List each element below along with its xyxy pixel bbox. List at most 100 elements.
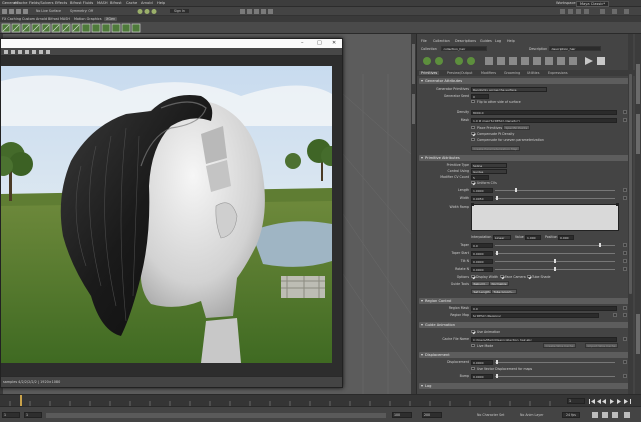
section-guide-animation[interactable]: Guide Animation bbox=[419, 322, 629, 328]
shelf-tab-xgen[interactable]: XGen bbox=[104, 16, 118, 21]
create-wire-cache-button[interactable]: Create Wire Cache bbox=[543, 343, 576, 349]
shelf-tab-custom[interactable]: Custom bbox=[22, 17, 35, 21]
xgen-menu-guides[interactable]: Guides bbox=[480, 39, 492, 43]
menu-cache[interactable]: Cache bbox=[126, 1, 137, 5]
region-map-paint-icon[interactable] bbox=[613, 312, 617, 318]
ramp-interpolation-dropdown[interactable]: Linear bbox=[493, 234, 511, 240]
region-map-folder-icon[interactable] bbox=[623, 312, 627, 318]
playback-controls[interactable] bbox=[588, 398, 638, 405]
rebuild-button[interactable]: Rebuild... bbox=[471, 281, 491, 287]
generator-seed-field[interactable]: 0 bbox=[471, 93, 489, 99]
range-bar-icons[interactable] bbox=[590, 411, 638, 419]
bump-slider[interactable] bbox=[495, 375, 615, 377]
maximize-icon[interactable]: □ bbox=[317, 40, 322, 46]
control-using-dropdown[interactable]: Guides bbox=[471, 168, 507, 174]
ramp-value-field[interactable]: 1.000 bbox=[525, 234, 541, 240]
displacement-expression-icon[interactable] bbox=[623, 359, 627, 365]
taper-start-slider-handle[interactable] bbox=[496, 250, 498, 256]
region-mask-field[interactable]: 0.0 bbox=[471, 305, 617, 311]
shelf-tab-arnold[interactable]: Arnold bbox=[36, 17, 47, 21]
shelf-tab-fx-caching[interactable]: FX Caching bbox=[2, 17, 21, 21]
section-region-control[interactable]: Region Control bbox=[419, 298, 629, 304]
bump-field[interactable]: 0.0000 bbox=[471, 373, 493, 379]
displacement-slider-handle[interactable] bbox=[496, 359, 498, 365]
xgen-toolbar-icons[interactable] bbox=[417, 54, 636, 68]
menu-help[interactable]: Help bbox=[157, 1, 165, 5]
minimize-icon[interactable]: – bbox=[301, 40, 304, 46]
face-camera-checkbox[interactable] bbox=[500, 274, 504, 279]
ramp-point-start[interactable] bbox=[471, 203, 474, 206]
live-surface-label[interactable]: No Live Surface bbox=[36, 9, 61, 13]
xgen-menu-help[interactable]: Help bbox=[507, 39, 515, 43]
anim-layer-dropdown[interactable]: No Anim Layer bbox=[520, 413, 543, 417]
primitive-type-dropdown[interactable]: Spline bbox=[471, 162, 507, 168]
compensate-uv-checkbox[interactable] bbox=[471, 137, 475, 142]
length-field[interactable]: 1.0000 bbox=[471, 187, 493, 193]
use-animation-checkbox[interactable] bbox=[471, 329, 475, 334]
collection-dropdown[interactable]: collection_hair bbox=[441, 46, 487, 52]
normalize-button[interactable]: Normalize bbox=[489, 281, 510, 287]
symmetry-dropdown[interactable]: Symmetry: Off bbox=[70, 9, 93, 13]
xgen-menu-collection[interactable]: Collection bbox=[433, 39, 450, 43]
section-log[interactable]: Log bbox=[419, 383, 629, 389]
xgen-scrollbar-thumb[interactable] bbox=[629, 74, 632, 294]
length-expression-icon[interactable] bbox=[623, 187, 627, 193]
region-mask-expression-icon[interactable] bbox=[623, 305, 627, 311]
time-slider[interactable]: 1 bbox=[0, 394, 641, 407]
close-icon[interactable]: ✕ bbox=[332, 40, 336, 46]
region-map-field[interactable]: ${DESC}/Regions/ bbox=[471, 312, 599, 318]
width-field[interactable]: 0.0050 bbox=[471, 195, 493, 201]
tab-primitives[interactable]: Primitives bbox=[419, 70, 440, 75]
rotate-n-expression-icon[interactable] bbox=[623, 266, 627, 272]
sign-in-dropdown[interactable]: Sign In bbox=[170, 8, 189, 13]
menu-bifrost[interactable]: Bifrost bbox=[110, 1, 122, 5]
menu-ncache[interactable]: nCache bbox=[14, 1, 27, 5]
live-mode-checkbox[interactable] bbox=[471, 343, 475, 348]
taper-start-expression-icon[interactable] bbox=[623, 250, 627, 256]
width-expression-icon[interactable] bbox=[623, 195, 627, 201]
xgen-shelf-icons[interactable] bbox=[0, 22, 220, 34]
tilt-n-field[interactable]: 0.0000 bbox=[471, 258, 493, 264]
menu-mash[interactable]: MASH bbox=[97, 1, 108, 5]
side-panel-tab-icons[interactable] bbox=[635, 34, 641, 394]
shelf-tab-motion-graphics[interactable]: Motion Graphics bbox=[74, 17, 102, 21]
workspace-dropdown[interactable]: Maya Classic* bbox=[576, 0, 610, 7]
generator-primitives-dropdown[interactable]: Randomly across the surface bbox=[471, 86, 547, 92]
description-dropdown[interactable]: description_hair bbox=[549, 46, 601, 52]
bump-expression-icon[interactable] bbox=[623, 373, 627, 379]
menu-fields[interactable]: Fields/Solvers bbox=[29, 1, 54, 5]
taper-slider[interactable] bbox=[495, 244, 615, 246]
width-slider-handle[interactable] bbox=[496, 195, 498, 201]
mask-field[interactable]: 1.0 # map('${DESC}/density/') bbox=[471, 117, 617, 123]
current-frame-field[interactable]: 1 bbox=[567, 398, 585, 404]
tilt-n-slider-handle[interactable] bbox=[554, 258, 556, 264]
range-slider[interactable] bbox=[46, 413, 386, 418]
section-displacement[interactable]: Displacement bbox=[419, 352, 629, 358]
width-ramp-graph[interactable] bbox=[471, 203, 619, 231]
rotate-n-field[interactable]: 0.0000 bbox=[471, 266, 493, 272]
tab-preview-output[interactable]: Preview/Output bbox=[447, 71, 472, 75]
density-field[interactable]: 8000.0 bbox=[471, 109, 617, 115]
import-wire-cache-button[interactable]: Import Wire Cache bbox=[585, 343, 618, 349]
taper-start-slider[interactable] bbox=[495, 252, 615, 254]
modifier-cv-field[interactable]: 5 bbox=[471, 174, 489, 180]
taper-field[interactable]: 0.0 bbox=[471, 242, 493, 248]
render-view-window[interactable]: – □ ✕ samples 4/2/2/2/2/2 | 1920×1080 bbox=[0, 38, 343, 388]
range-start-field[interactable]: 1 bbox=[24, 412, 42, 418]
shelf-tab-bifrost[interactable]: Bifrost bbox=[48, 17, 59, 21]
cache-file-folder-icon[interactable] bbox=[623, 336, 627, 342]
menu-arnold[interactable]: Arnold bbox=[141, 1, 153, 5]
tab-grooming[interactable]: Grooming bbox=[504, 71, 520, 75]
tab-modifiers[interactable]: Modifiers bbox=[481, 71, 496, 75]
tube-groom-button[interactable]: Tube Groom... bbox=[491, 289, 517, 295]
section-primitive-attributes[interactable]: Primitive Attributes bbox=[419, 155, 629, 161]
end-frame-field[interactable]: 200 bbox=[422, 412, 442, 418]
render-view-titlebar[interactable]: – □ ✕ bbox=[1, 39, 342, 48]
taper-expression-icon[interactable] bbox=[623, 242, 627, 248]
rotate-n-slider-handle[interactable] bbox=[554, 266, 556, 272]
xgen-menu-file[interactable]: File bbox=[421, 39, 427, 43]
start-frame-field[interactable]: 1 bbox=[2, 412, 20, 418]
xgen-scrollbar[interactable] bbox=[628, 34, 633, 394]
bump-slider-handle[interactable] bbox=[496, 373, 498, 379]
place-primitives-checkbox[interactable] bbox=[471, 125, 475, 130]
